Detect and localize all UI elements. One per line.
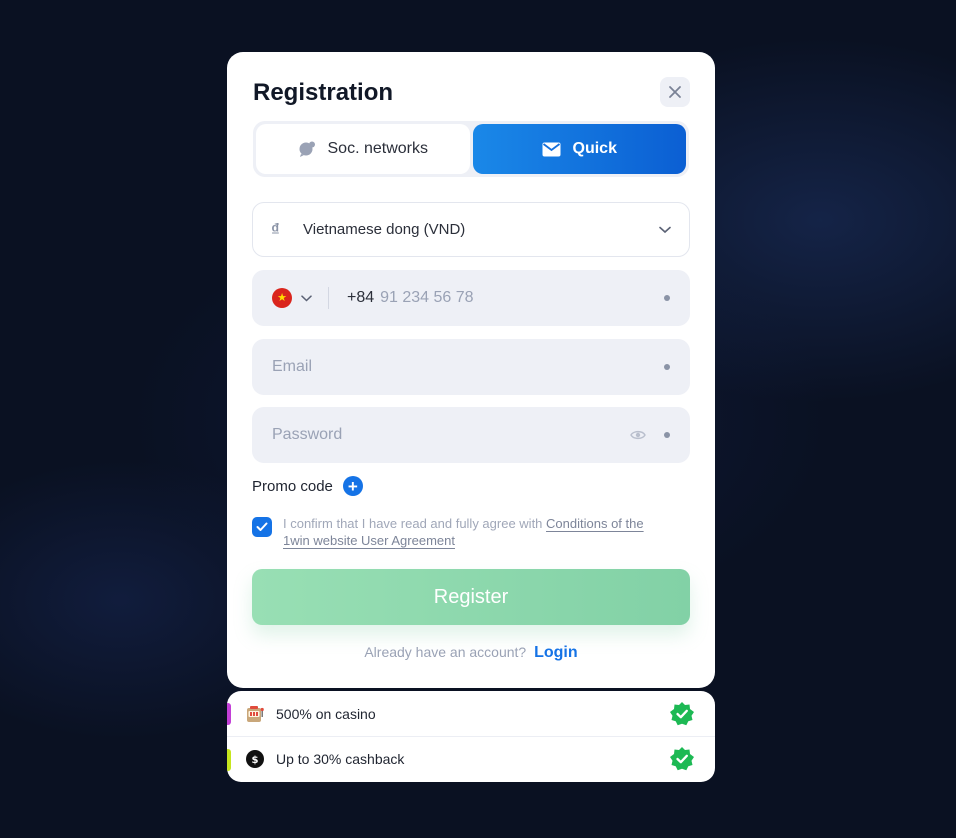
registration-modal: Registration Soc. networks Quick ₫ Vietn…: [227, 52, 715, 688]
registration-tabs: Soc. networks Quick: [253, 121, 689, 177]
modal-title: Registration: [253, 79, 394, 106]
tab-label: Soc. networks: [327, 140, 428, 157]
login-prompt-text: Already have an account?: [364, 644, 527, 660]
currency-value: Vietnamese dong (VND): [303, 221, 466, 238]
phone-input[interactable]: [380, 289, 654, 307]
password-field-wrapper: [252, 407, 690, 463]
eye-icon[interactable]: [630, 429, 646, 441]
bonus-accent: [227, 703, 231, 725]
agreement: I confirm that I have read and fully agr…: [252, 515, 672, 549]
close-icon: [669, 86, 681, 98]
currency-select[interactable]: ₫ Vietnamese dong (VND): [252, 202, 690, 257]
vietnam-flag-icon: ★: [272, 288, 292, 308]
bonus-text: Up to 30% cashback: [276, 751, 405, 767]
promo-code-label: Promo code: [252, 477, 333, 495]
bonus-accent: [227, 749, 231, 771]
check-icon: [256, 522, 268, 531]
envelope-icon: [542, 142, 561, 156]
agreement-prefix: I confirm that I have read and fully agr…: [283, 516, 547, 531]
verified-badge-icon: [670, 701, 694, 725]
bonus-text: 500% on casino: [276, 705, 376, 722]
email-field-wrapper: [252, 339, 690, 395]
required-dot: [664, 364, 670, 370]
tab-label: Quick: [572, 140, 617, 157]
tab-soc-networks[interactable]: Soc. networks: [256, 124, 470, 174]
email-field[interactable]: [272, 358, 654, 376]
country-select[interactable]: ★: [272, 288, 312, 308]
verified-badge-icon: [670, 747, 694, 771]
close-button[interactable]: [660, 77, 690, 107]
svg-text:$: $: [252, 755, 259, 766]
chevron-down-icon: [301, 294, 312, 302]
bonus-row: 500% on casino: [227, 691, 715, 736]
bonus-row: $ Up to 30% cashback: [227, 736, 715, 781]
phone-field: ★ +84: [252, 270, 690, 326]
required-dot: [664, 295, 670, 301]
tab-quick[interactable]: Quick: [472, 124, 686, 174]
phone-divider: [328, 287, 329, 309]
slot-machine-icon: [245, 704, 265, 724]
currency-symbol: ₫: [271, 219, 280, 239]
dial-code: +84: [347, 289, 375, 306]
plus-icon[interactable]: +: [342, 476, 363, 496]
cashback-coin-icon: $: [245, 749, 265, 769]
promo-code-toggle[interactable]: Promo code +: [252, 476, 363, 496]
register-button[interactable]: Register: [252, 569, 690, 625]
password-field[interactable]: [272, 426, 630, 444]
login-prompt: Already have an account? Login: [227, 644, 715, 662]
agreement-text: I confirm that I have read and fully agr…: [283, 515, 672, 549]
agreement-checkbox[interactable]: [252, 517, 272, 537]
chat-bubbles-icon: [299, 141, 315, 157]
bonus-card: 500% on casino $ Up to 30% cashback: [227, 691, 715, 782]
chevron-down-icon: [659, 226, 671, 233]
required-dot: [664, 432, 670, 438]
login-link[interactable]: Login: [534, 644, 578, 661]
